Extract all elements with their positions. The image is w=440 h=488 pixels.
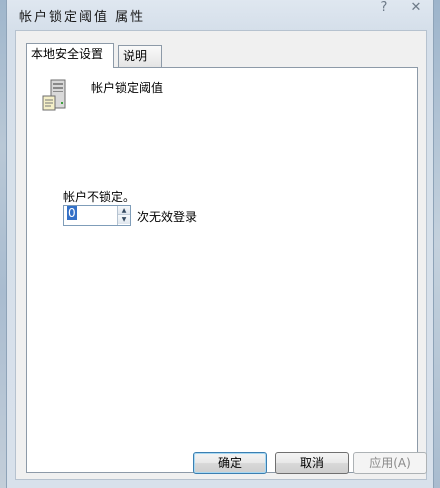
help-button[interactable]: ? (371, 0, 397, 16)
properties-dialog: 帐户锁定阈值 属性 ? ✕ 本地安全设置 说明 帐户锁定阈值 帐户不锁定。 0 … (6, 0, 434, 488)
dialog-buttons: 确定 取消 应用(A) (7, 452, 433, 476)
server-icon (41, 78, 71, 112)
lockout-threshold-stepper[interactable]: 0 ▲ ▼ (63, 205, 131, 226)
title-bar: 帐户锁定阈值 属性 ? ✕ (7, 0, 433, 30)
tab-page-local-security: 帐户锁定阈值 帐户不锁定。 0 ▲ ▼ 次无效登录 (26, 67, 418, 473)
apply-button[interactable]: 应用(A) (353, 452, 427, 474)
policy-heading: 帐户锁定阈值 (91, 81, 164, 95)
spin-value: 0 (67, 206, 77, 220)
spin-buttons: ▲ ▼ (117, 206, 130, 225)
dialog-body: 本地安全设置 说明 帐户锁定阈值 帐户不锁定。 0 ▲ ▼ 次无效登录 (15, 30, 427, 480)
tab-local-security-setting[interactable]: 本地安全设置 (26, 43, 114, 68)
tab-explain[interactable]: 说明 (118, 45, 162, 67)
spin-down-button[interactable]: ▼ (118, 215, 130, 224)
ok-button[interactable]: 确定 (193, 452, 267, 474)
cancel-button[interactable]: 取消 (275, 452, 349, 474)
field-label: 帐户不锁定。 (63, 190, 136, 204)
spin-up-button[interactable]: ▲ (118, 206, 130, 215)
window-title: 帐户锁定阈值 属性 (19, 10, 146, 25)
lockout-threshold-input[interactable]: 0 (64, 206, 118, 225)
close-button[interactable]: ✕ (403, 0, 429, 16)
invalid-logons-label: 次无效登录 (137, 210, 198, 224)
